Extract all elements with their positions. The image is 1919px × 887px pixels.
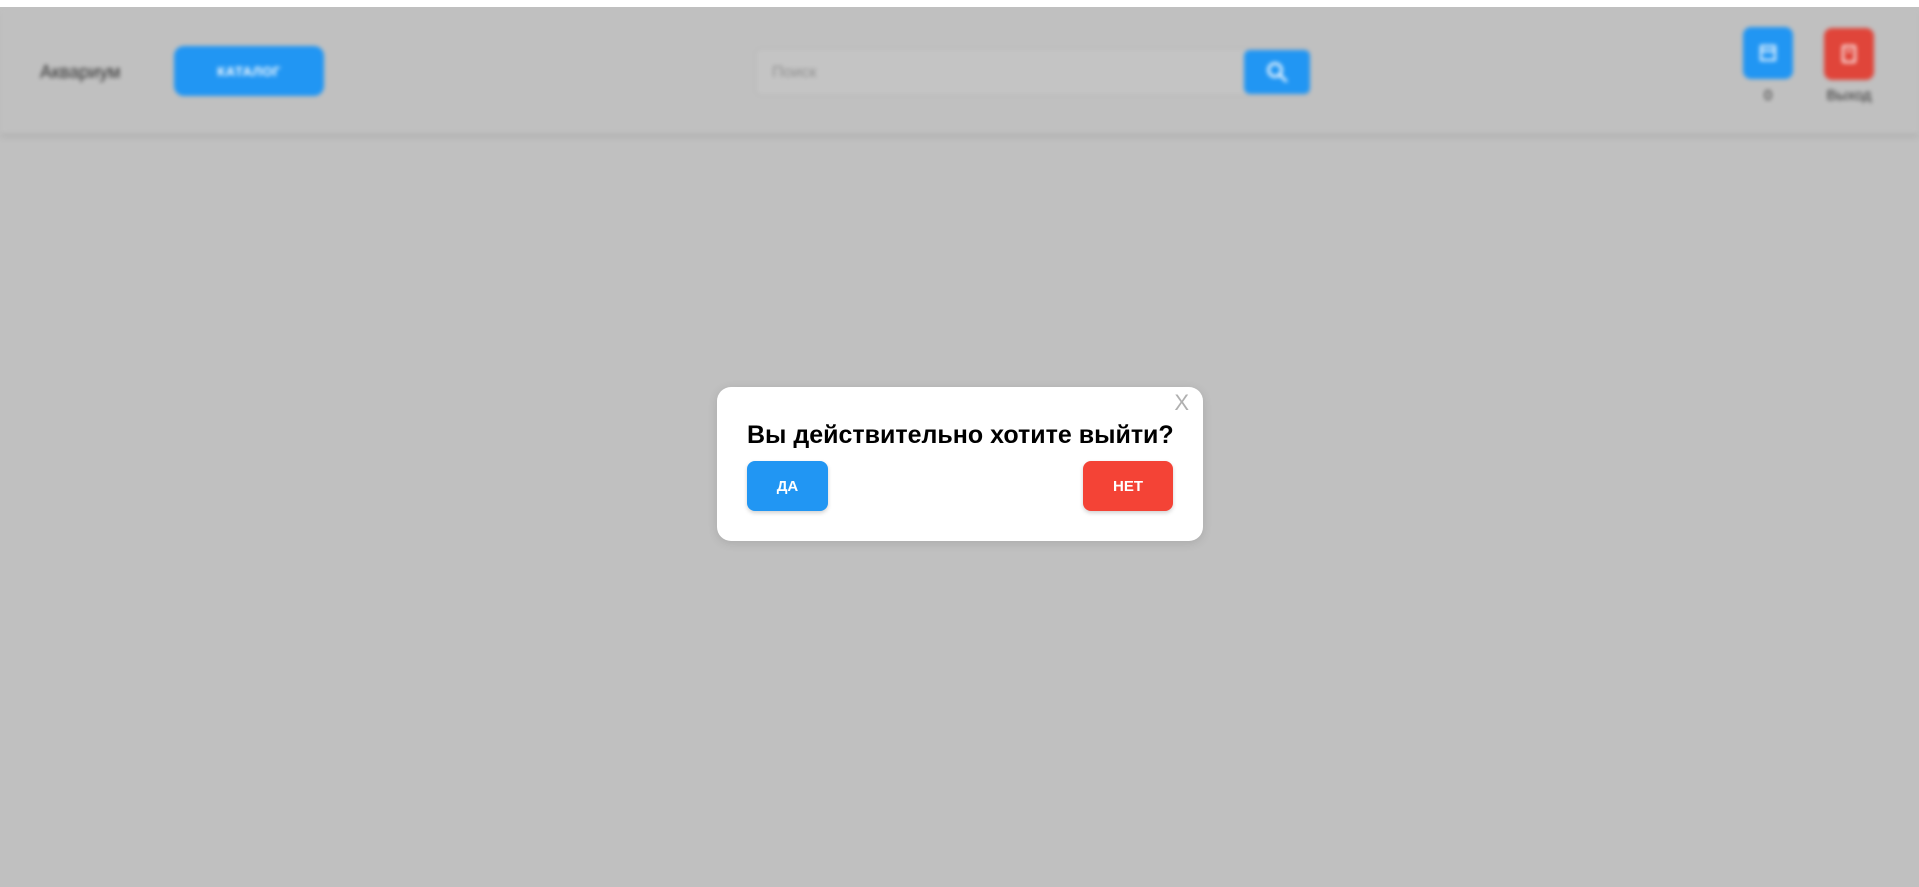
top-strip bbox=[0, 0, 1919, 7]
exit-button[interactable] bbox=[1824, 28, 1874, 80]
cart-count: 0 bbox=[1763, 87, 1773, 104]
yes-button[interactable]: ДА bbox=[747, 461, 828, 511]
cart-button[interactable] bbox=[1743, 27, 1793, 79]
exit-icon bbox=[1842, 45, 1856, 63]
dialog-title: Вы действительно хотите выйти? bbox=[747, 421, 1174, 449]
cart-icon bbox=[1760, 45, 1776, 61]
logout-confirm-dialog: X Вы действительно хотите выйти? ДА НЕТ bbox=[717, 387, 1203, 541]
close-button[interactable]: X bbox=[1168, 389, 1195, 417]
search-input[interactable] bbox=[770, 49, 1234, 97]
search-button[interactable] bbox=[1244, 50, 1310, 94]
no-button[interactable]: НЕТ bbox=[1083, 461, 1173, 511]
page-background: Аквариум КАТАЛОГ 0 Выход X bbox=[0, 7, 1919, 887]
catalog-button[interactable]: КАТАЛОГ bbox=[174, 46, 324, 96]
header: Аквариум КАТАЛОГ 0 Выход bbox=[0, 7, 1919, 133]
site-logo[interactable]: Аквариум bbox=[40, 62, 121, 83]
exit-label: Выход bbox=[1826, 87, 1872, 104]
search-box bbox=[755, 48, 1310, 97]
search-icon bbox=[1267, 62, 1288, 83]
